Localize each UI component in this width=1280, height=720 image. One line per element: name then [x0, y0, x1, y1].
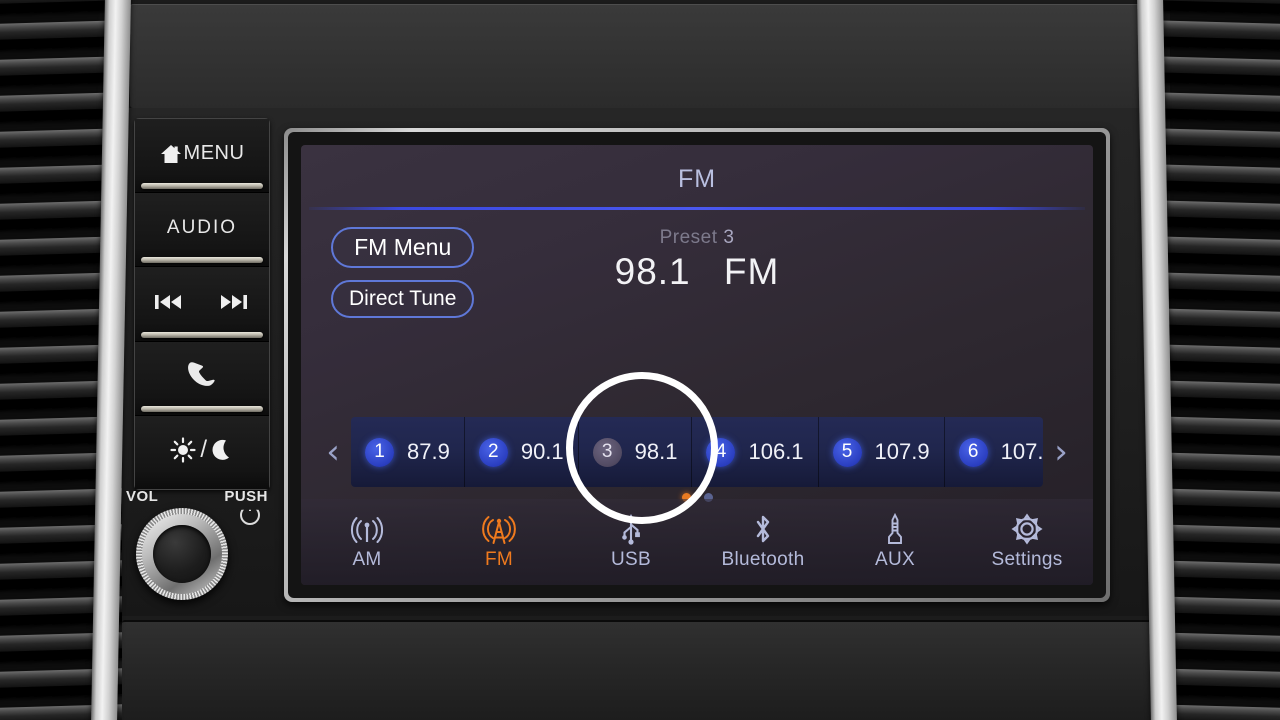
chevron-left-icon[interactable]: ‹: [315, 435, 351, 469]
source-label: USB: [611, 549, 651, 570]
source-label: AM: [352, 549, 382, 570]
now-playing: Preset 3 98.1 FM: [301, 227, 1093, 293]
preset-number-badge: 4: [706, 437, 736, 467]
aux-jack-icon: [884, 513, 906, 545]
page-title: FM: [677, 165, 717, 193]
source-label: Settings: [991, 549, 1063, 570]
menu-button[interactable]: MENU: [135, 119, 269, 193]
preset-frequency: 107.9: [874, 439, 930, 464]
preset-tile-list: 187.9290.1398.14106.15107.96107.9: [351, 417, 1043, 487]
vent-slat: [1152, 199, 1280, 231]
source-am[interactable]: AM: [301, 513, 433, 571]
chevron-right-icon[interactable]: ›: [1043, 435, 1079, 469]
screen-bezel: FM FM Menu Direct Tune Preset 3 98.1 FM: [284, 128, 1110, 602]
vent-slat: [1152, 235, 1280, 267]
title-divider: [309, 207, 1085, 210]
previous-track-icon[interactable]: [154, 293, 184, 311]
preset-tile-5[interactable]: 5 107.9: [819, 417, 945, 487]
day-night-button-content: /: [170, 436, 233, 464]
source-label: FM: [484, 549, 514, 570]
preset-indicator-number: 3: [723, 227, 735, 248]
home-icon: [160, 144, 181, 163]
button-ridge: [141, 405, 263, 412]
next-track-icon[interactable]: [220, 293, 250, 311]
volume-knob[interactable]: [136, 508, 228, 600]
source-label: Bluetooth: [721, 549, 805, 570]
sun-icon: [170, 437, 197, 464]
preset-frequency: 106.1: [748, 439, 804, 464]
menu-button-content: MENU: [160, 142, 245, 165]
vent-slat: [1152, 307, 1280, 339]
dashboard-upper-trim: [130, 4, 1154, 108]
push-label: PUSH: [224, 488, 268, 505]
button-ridge: [141, 257, 263, 264]
vent-slat: [1152, 343, 1280, 375]
infotainment-screenshot: MENU AUDIO / VOL PUSH FM FM Menu Direct …: [0, 0, 1280, 720]
phone-icon: [188, 362, 215, 387]
fm-tower-icon: [481, 513, 517, 545]
preset-frequency: 107.9: [1000, 439, 1043, 464]
moon-icon: [212, 440, 229, 461]
preset-frequency: 98.1: [634, 439, 678, 464]
preset-number-badge: 3: [592, 437, 622, 467]
vent-slat: [1152, 91, 1280, 123]
vent-slat: [1152, 379, 1280, 411]
source-aux[interactable]: AUX: [829, 513, 961, 571]
infotainment-screen: FM FM Menu Direct Tune Preset 3 98.1 FM: [301, 145, 1093, 585]
preset-tile-2[interactable]: 2 90.1: [465, 417, 579, 487]
usb-icon: [619, 513, 643, 545]
preset-frequency: 90.1: [520, 439, 564, 464]
preset-indicator: Preset 3: [301, 227, 1093, 249]
preset-indicator-label: Preset: [659, 227, 718, 248]
preset-frequency: 87.9: [407, 439, 450, 464]
preset-number-badge: 6: [958, 437, 988, 467]
preset-number-badge: 5: [832, 437, 862, 467]
vent-slat: [1152, 271, 1280, 303]
preset-tile-1[interactable]: 1 87.9: [351, 417, 465, 487]
am-antenna-icon: [349, 513, 385, 545]
source-bluetooth[interactable]: Bluetooth: [697, 513, 829, 571]
audio-button[interactable]: AUDIO: [135, 192, 269, 267]
source-usb[interactable]: USB: [565, 513, 697, 571]
source-fm[interactable]: FM: [433, 513, 565, 571]
preset-tile-3[interactable]: 3 98.1: [579, 417, 693, 487]
day-night-separator: /: [200, 436, 208, 464]
button-ridge: [141, 331, 263, 338]
preset-tile-4[interactable]: 4 106.1: [692, 417, 819, 487]
track-buttons[interactable]: [135, 266, 269, 341]
source-label: AUX: [875, 549, 915, 570]
gear-icon: [1011, 513, 1043, 545]
current-frequency: 98.1 FM: [301, 251, 1093, 293]
dashboard-lower-trim: [122, 620, 1162, 720]
phone-button-content: [183, 360, 221, 392]
preset-strip: ‹ 187.9290.1398.14106.15107.96107.9 ›: [315, 417, 1079, 487]
band-value: FM: [723, 251, 780, 292]
phone-button[interactable]: [135, 340, 269, 415]
hardware-button-column: MENU AUDIO /: [134, 118, 270, 490]
preset-number-badge: 1: [365, 437, 394, 467]
bluetooth-icon: [752, 513, 774, 545]
screen-inner-bezel: FM FM Menu Direct Tune Preset 3 98.1 FM: [288, 132, 1106, 598]
audio-button-label: AUDIO: [166, 216, 238, 238]
vol-label: VOL: [126, 488, 159, 505]
frequency-value: 98.1: [614, 251, 691, 292]
vent-slat: [1152, 163, 1280, 195]
track-button-content: [154, 293, 250, 311]
day-night-button[interactable]: /: [135, 414, 269, 490]
vent-slat: [1152, 19, 1280, 51]
preset-number-badge: 2: [478, 437, 508, 467]
source-bar: AM FM USB Bluetooth AUX Settings: [301, 499, 1093, 585]
vent-slat: [1152, 55, 1280, 87]
vent-slat: [1152, 127, 1280, 159]
source-settings[interactable]: Settings: [961, 513, 1093, 571]
vent-slat: [1152, 0, 1280, 15]
preset-tile-6[interactable]: 6 107.9: [945, 417, 1043, 487]
button-ridge: [141, 183, 263, 190]
menu-button-label: MENU: [183, 142, 245, 165]
